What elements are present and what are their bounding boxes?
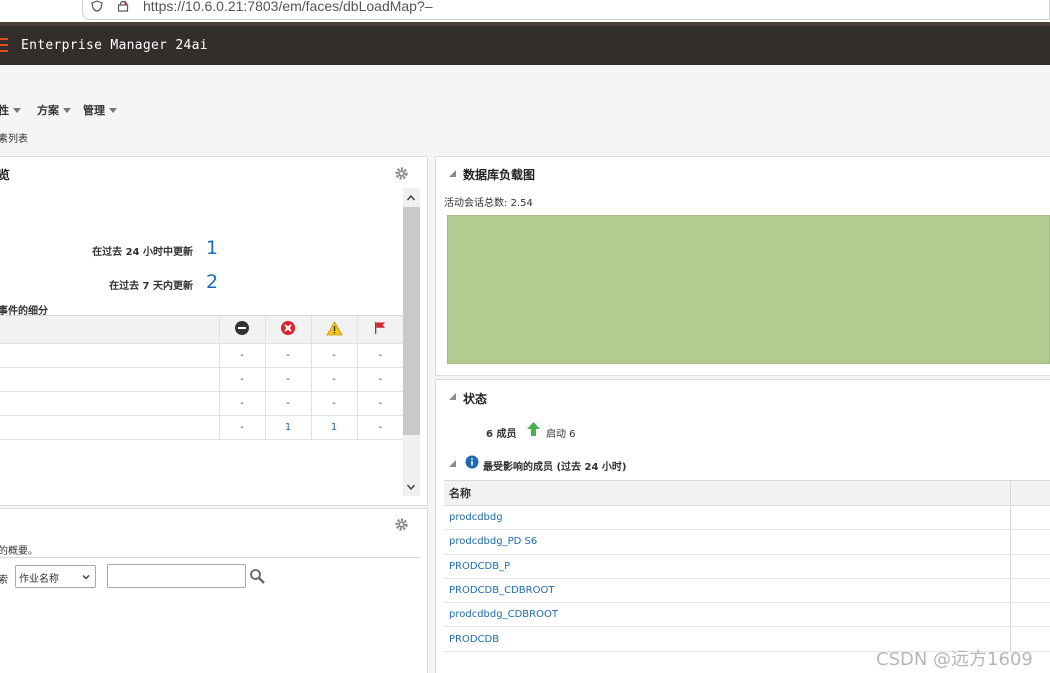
fatal-column-header bbox=[218, 315, 265, 344]
active-sessions-total: 活动会话总数: 2.54 bbox=[444, 198, 533, 209]
escalated-column-header bbox=[356, 315, 403, 344]
job-search-field-select[interactable]: 作业名称 bbox=[15, 565, 96, 588]
table-row: prodcdbdg_CDBROOT bbox=[444, 602, 1050, 628]
critical-column-header bbox=[264, 315, 311, 344]
table-header-row: 名称 bbox=[444, 480, 1050, 506]
table-row: - - - - bbox=[0, 343, 403, 368]
table-row: - - - - bbox=[0, 367, 403, 392]
overview-panel-title: 览 bbox=[0, 168, 11, 182]
table-row: prodcdbdg_PD S6 bbox=[444, 529, 1050, 555]
gear-icon[interactable] bbox=[394, 517, 409, 532]
most-affected-members-title: 最受影响的成员 (过去 24 小时) bbox=[483, 462, 627, 473]
lock-warning-icon[interactable] bbox=[117, 0, 129, 12]
critical-count-link[interactable]: 1 bbox=[264, 415, 311, 440]
fatal-icon bbox=[235, 321, 249, 335]
table-row: PRODCDB_P bbox=[444, 554, 1050, 579]
incident-breakdown-table: - - - - - - - - - - - - - 1 1 - bbox=[0, 315, 403, 440]
url-text: https://10.6.0.21:7803/em/faces/dbLoadMa… bbox=[143, 0, 433, 14]
menu-item-performance[interactable]: 性 bbox=[0, 102, 21, 118]
name-column-header[interactable]: 名称 bbox=[444, 480, 1010, 506]
chevron-down-icon bbox=[13, 108, 21, 113]
collapse-triangle-icon[interactable] bbox=[449, 170, 456, 177]
member-link[interactable]: prodcdbdg bbox=[444, 505, 1010, 531]
app-title: Enterprise Manager 24ai bbox=[21, 38, 208, 53]
collapse-triangle-icon[interactable] bbox=[449, 393, 456, 400]
collapse-triangle-icon[interactable] bbox=[449, 460, 456, 467]
flag-icon bbox=[375, 322, 386, 334]
menu-item-schema[interactable]: 方案 bbox=[37, 102, 71, 118]
members-count: 6 成员 bbox=[486, 429, 517, 440]
member-link[interactable]: prodcdbdg_PD S6 bbox=[444, 529, 1010, 555]
status-panel-title: 状态 bbox=[463, 392, 488, 406]
hamburger-menu-icon[interactable] bbox=[0, 38, 10, 52]
jobs-panel bbox=[0, 508, 428, 673]
chevron-down-icon bbox=[63, 108, 71, 113]
table-header-row bbox=[0, 315, 403, 344]
url-field[interactable]: https://10.6.0.21:7803/em/faces/dbLoadMa… bbox=[82, 0, 1050, 20]
chevron-down-icon bbox=[82, 575, 90, 580]
chevron-down-icon bbox=[109, 108, 117, 113]
updated-24h-label: 在过去 24 小时中更新 bbox=[92, 247, 193, 258]
scrollbar-thumb[interactable] bbox=[403, 207, 420, 435]
members-up-count[interactable]: 启动 6 bbox=[546, 425, 576, 440]
search-icon[interactable] bbox=[249, 568, 266, 585]
browser-address-bar: https://10.6.0.21:7803/em/faces/dbLoadMa… bbox=[0, 0, 1050, 22]
critical-icon bbox=[281, 321, 295, 335]
breadcrumb[interactable]: 素列表 bbox=[0, 130, 28, 145]
updated-7d-count[interactable]: 2 bbox=[206, 271, 218, 293]
gear-icon[interactable] bbox=[394, 166, 409, 181]
table-row: - 1 1 - bbox=[0, 415, 403, 440]
table-row: - - - - bbox=[0, 391, 403, 416]
warning-column-header bbox=[310, 315, 357, 344]
job-search-input[interactable] bbox=[107, 564, 246, 588]
affected-members-table: 名称 prodcdbdg prodcdbdg_PD S6 PRODCDB_P P… bbox=[444, 480, 1050, 652]
updated-24h-count[interactable]: 1 bbox=[206, 237, 218, 259]
info-icon bbox=[465, 455, 479, 469]
table-row: prodcdbdg bbox=[444, 505, 1050, 531]
scroll-up-icon[interactable] bbox=[406, 193, 416, 203]
watermark: CSDN @远方1609 bbox=[876, 649, 1033, 670]
member-link[interactable]: prodcdbdg_CDBROOT bbox=[444, 602, 1010, 628]
warning-icon bbox=[325, 320, 343, 335]
db-load-treemap[interactable] bbox=[447, 215, 1050, 364]
db-load-map-title: 数据库负载图 bbox=[463, 168, 536, 182]
member-link[interactable]: PRODCDB_CDBROOT bbox=[444, 578, 1010, 604]
search-label: 索 bbox=[0, 575, 8, 586]
warning-count-link[interactable]: 1 bbox=[310, 415, 357, 440]
table-row: PRODCDB_CDBROOT bbox=[444, 578, 1050, 604]
divider bbox=[0, 557, 420, 558]
up-arrow-icon bbox=[527, 422, 540, 436]
shield-icon bbox=[91, 0, 103, 12]
jobs-summary-text: 的概要。 bbox=[0, 546, 38, 557]
member-link[interactable]: PRODCDB_P bbox=[444, 554, 1010, 579]
app-header: Enterprise Manager 24ai bbox=[0, 22, 1050, 65]
scroll-down-icon[interactable] bbox=[406, 482, 416, 492]
menu-item-administration[interactable]: 管理 bbox=[83, 102, 117, 118]
updated-7d-label: 在过去 7 天内更新 bbox=[109, 281, 193, 292]
